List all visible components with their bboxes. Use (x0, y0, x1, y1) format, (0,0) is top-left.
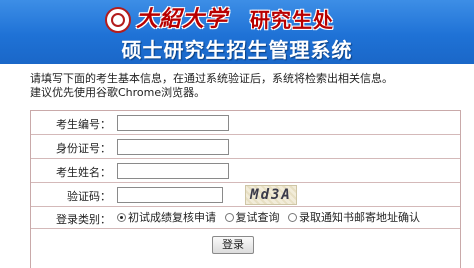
name-label: 考生姓名： (56, 166, 111, 179)
system-title: 硕士研究生招生管理系统 (121, 38, 353, 62)
university-logo-icon (105, 7, 131, 33)
university-name: 大紹大学 (136, 6, 229, 32)
id-card-label: 身份证号： (56, 142, 111, 155)
notice-text: 请填写下面的考生基本信息，在通过系统验证后，系统将检索出相关信息。 建议优先使用… (30, 72, 460, 100)
captcha-label: 验证码： (67, 190, 111, 203)
form-row-name: 考生姓名： (31, 159, 460, 183)
radio-unchecked-icon[interactable] (288, 213, 297, 222)
captcha-image[interactable]: Md3A (245, 185, 297, 205)
header-banner: 大紹大学 研究生处 硕士研究生招生管理系统 (0, 0, 474, 64)
exam-id-label: 考生编号： (56, 118, 111, 131)
radio-label: 录取通知书邮寄地址确认 (299, 211, 420, 224)
form-row-id-card: 身份证号： (31, 135, 460, 159)
radio-retest-query[interactable]: 复试查询 (224, 207, 280, 229)
exam-id-input[interactable] (117, 115, 229, 131)
login-button[interactable]: 登录 (212, 236, 254, 254)
radio-label: 初试成绩复核申请 (128, 211, 216, 224)
radio-label: 复试查询 (235, 211, 280, 224)
office-name: 研究生处 (250, 8, 334, 32)
notice-line-1: 请填写下面的考生基本信息，在通过系统验证后，系统将检索出相关信息。 (30, 72, 393, 85)
captcha-input[interactable] (117, 187, 223, 203)
radio-unchecked-icon[interactable] (224, 213, 234, 222)
login-type-label: 登录类别： (56, 213, 111, 226)
name-input[interactable] (117, 163, 229, 179)
form-row-exam-id: 考生编号： (31, 111, 460, 135)
form-row-login-type: 登录类别： 初试成绩复核申请 复试查询 录取通知书邮寄地址确认 (31, 207, 460, 229)
notice-line-2: 建议优先使用谷歌Chrome浏览器。 (30, 86, 206, 99)
radio-first-exam-review[interactable]: 初试成绩复核申请 (117, 207, 216, 229)
form-row-captcha: 验证码： Md3A (31, 183, 460, 207)
login-type-radio-group: 初试成绩复核申请 复试查询 录取通知书邮寄地址确认 (117, 207, 425, 229)
radio-checked-icon[interactable] (117, 213, 126, 222)
radio-admission-address[interactable]: 录取通知书邮寄地址确认 (288, 207, 420, 229)
id-card-input[interactable] (117, 139, 229, 155)
